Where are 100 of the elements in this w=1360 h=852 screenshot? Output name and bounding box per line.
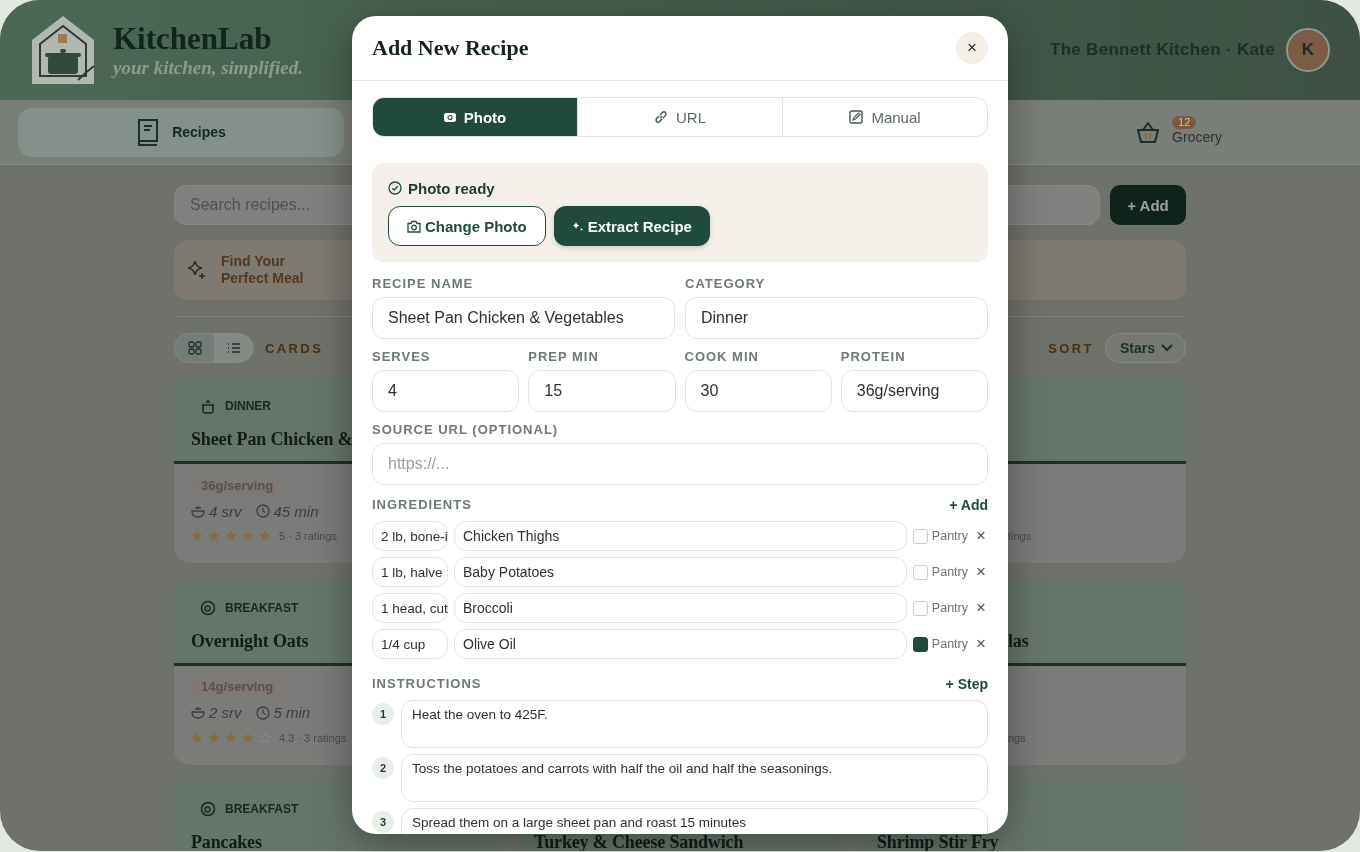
egg-icon: [200, 599, 216, 616]
step-field[interactable]: Spread them on a large sheet pan and roast 15 minutes: [401, 808, 988, 834]
list-view-button[interactable]: [214, 334, 253, 362]
star-icon: [225, 530, 237, 542]
sort-label: SORT: [1048, 340, 1094, 356]
add-ingredient-link[interactable]: + Add: [949, 497, 988, 513]
house-pot-logo-icon: [30, 16, 96, 84]
tab-label: Grocery: [1172, 129, 1222, 145]
field-label: CATEGORY: [685, 276, 767, 292]
list-icon: [226, 342, 241, 354]
bowl-icon: [191, 706, 205, 719]
clock-icon: [255, 705, 270, 720]
ingredient-field[interactable]: Baby Potatoes: [454, 557, 907, 587]
star-icon: [259, 530, 271, 542]
ingredient-field[interactable]: Chicken Thighs: [454, 521, 907, 551]
field-label: PREP MIN: [528, 349, 600, 365]
input-field[interactable]: Dinner: [685, 297, 988, 339]
field-label: RECIPE NAME: [372, 276, 475, 292]
category-label: BREAKFAST: [225, 802, 299, 816]
change-photo-button[interactable]: Change Photo: [388, 206, 546, 246]
star-icon: [191, 530, 203, 542]
grid-icon: [187, 341, 202, 355]
time-text: 45 min: [273, 502, 319, 520]
edit-icon: [849, 110, 864, 124]
pantry-checkbox[interactable]: [912, 636, 928, 652]
amount-field[interactable]: 2 lb, bone-i: [372, 521, 448, 551]
recipe-title: Shrimp Stir Fry: [877, 833, 999, 851]
field-label: COOK MIN: [684, 349, 760, 365]
count-badge: 12: [1172, 116, 1197, 129]
input-field[interactable]: 30: [684, 370, 832, 412]
recipe-title: Sheet Pan Chicken &: [191, 430, 353, 448]
extract-button[interactable]: Extract Recipe: [553, 206, 710, 246]
add-step-link[interactable]: + Step: [945, 676, 988, 692]
remove-button[interactable]: ×: [974, 526, 988, 546]
basket-icon: [1136, 120, 1161, 144]
recipe-title: las: [1008, 631, 1029, 650]
book-icon: [136, 118, 161, 146]
remove-button[interactable]: ×: [974, 562, 988, 582]
ingredient-field[interactable]: Olive Oil: [454, 629, 907, 659]
dialog-title: Add New Recipe: [372, 35, 529, 61]
input-field[interactable]: 4: [372, 370, 520, 412]
step-number: 3: [372, 811, 394, 833]
step-number: 2: [372, 757, 394, 779]
input-field[interactable]: 36g/serving: [840, 370, 988, 412]
time-text: 5 min: [273, 704, 311, 721]
remove-button[interactable]: ×: [974, 598, 988, 618]
category-label: DINNER: [225, 399, 271, 413]
amount-field[interactable]: 1 lb, halve: [372, 557, 448, 587]
step-number: 1: [372, 703, 394, 725]
camera-icon: [407, 219, 421, 233]
star-icon: [242, 530, 254, 542]
close-button[interactable]: ×: [956, 32, 988, 64]
source-tab[interactable]: Photo: [373, 98, 577, 136]
step-field[interactable]: Heat the oven to 425F.: [401, 700, 988, 748]
clock-icon: [255, 504, 270, 518]
sparkle-icon: [187, 260, 207, 280]
egg-icon: [200, 801, 216, 817]
star-icon: [242, 731, 254, 744]
star-icon: [208, 530, 220, 542]
bowl-icon: [191, 504, 205, 518]
input-field[interactable]: 15: [528, 370, 676, 412]
amount-field[interactable]: 1 head, cut: [372, 593, 448, 623]
category-label: BREAKFAST: [225, 600, 299, 615]
star-icon: [191, 731, 203, 744]
section-label: INGREDIENTS: [372, 497, 472, 513]
recipe-title: Turkey & Cheese Sandwich: [534, 833, 744, 851]
input-field[interactable]: Sheet Pan Chicken & Vegetables: [372, 297, 675, 339]
section-label: INSTRUCTIONS: [372, 676, 482, 692]
servings-text: 2 srv: [209, 704, 242, 721]
source-tab[interactable]: Manual: [782, 98, 987, 136]
star-icon: [208, 731, 220, 744]
nav-tab[interactable]: Recipes: [18, 107, 344, 157]
nav-tab[interactable]: 12 Grocery: [1016, 107, 1342, 157]
pantry-label: Pantry: [931, 637, 968, 651]
camera-icon: [443, 112, 456, 122]
recipe-title: Pancakes: [191, 833, 262, 851]
field-label: SERVES: [372, 349, 432, 365]
banner-text: Find Your Perfect Meal: [221, 253, 305, 287]
link-icon: [654, 110, 668, 124]
pantry-label: Pantry: [931, 601, 968, 615]
amount-field[interactable]: 1/4 cup: [372, 629, 448, 659]
ingredient-field[interactable]: Broccoli: [454, 593, 907, 623]
check-circle-icon: [388, 181, 402, 195]
pantry-label: Pantry: [931, 565, 968, 579]
field-label: PROTEIN: [840, 349, 907, 365]
chevron-down-icon: [1161, 344, 1173, 352]
add-button[interactable]: + Add: [1110, 185, 1186, 225]
sparkle-icon: [571, 220, 584, 232]
source-tab[interactable]: URL: [577, 98, 782, 136]
star-icon: [225, 731, 237, 744]
app-tagline: your kitchen, simplified.: [113, 57, 303, 79]
step-field[interactable]: Toss the potatoes and carrots with half the oil and half the seasonings.: [401, 754, 988, 802]
grid-view-button[interactable]: [175, 334, 214, 362]
view-label: CARDS: [265, 340, 324, 356]
recipe-title: Overnight Oats: [191, 631, 309, 650]
servings-text: 4 srv: [209, 502, 242, 520]
status-text: Photo ready: [408, 179, 495, 197]
pantry-label: Pantry: [931, 529, 968, 543]
tab-label: Recipes: [172, 124, 226, 140]
remove-button[interactable]: ×: [974, 634, 988, 654]
